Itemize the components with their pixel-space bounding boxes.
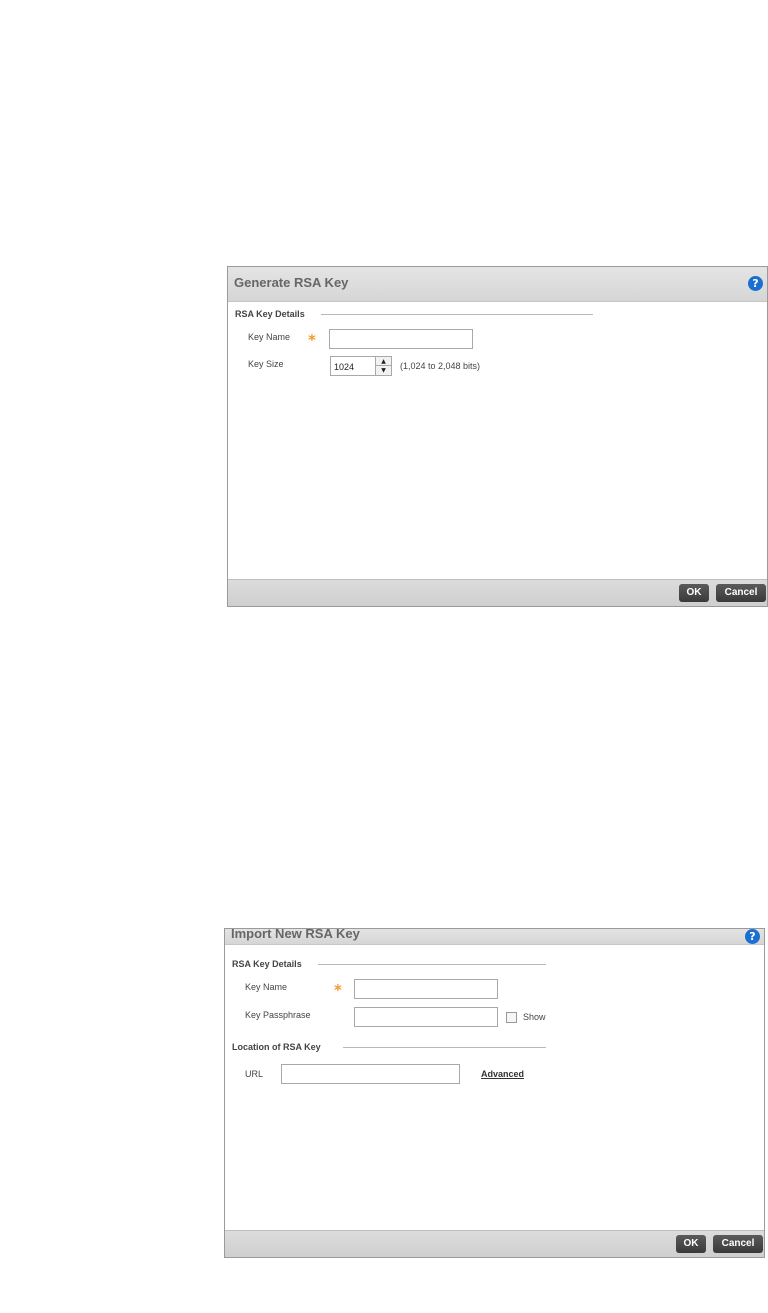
cancel-button[interactable]: Cancel (716, 584, 766, 602)
advanced-link[interactable]: Advanced (481, 1069, 524, 1079)
section-rsa-key-details: RSA Key Details (235, 309, 305, 319)
key-passphrase-label: Key Passphrase (245, 1010, 311, 1020)
ok-button[interactable]: OK (676, 1235, 706, 1253)
dialog-header: Generate RSA Key ? (228, 267, 767, 302)
section-divider (318, 964, 546, 965)
cancel-button[interactable]: Cancel (713, 1235, 763, 1253)
show-passphrase-checkbox[interactable] (506, 1012, 517, 1023)
key-name-label: Key Name (248, 332, 291, 342)
section-location-of-rsa-key: Location of RSA Key (232, 1042, 321, 1052)
dialog-footer: OK Cancel (228, 579, 767, 606)
dialog-title: Generate RSA Key (234, 275, 349, 290)
key-name-input[interactable] (354, 979, 498, 999)
spin-up-icon[interactable]: ▲ (376, 357, 391, 366)
generate-rsa-key-dialog: Generate RSA Key ? RSA Key Details Key N… (227, 266, 768, 607)
help-icon[interactable]: ? (748, 276, 763, 291)
dialog-title: Import New RSA Key (231, 926, 360, 941)
show-label: Show (523, 1012, 546, 1022)
required-icon: * (334, 981, 342, 999)
key-size-label: Key Size (248, 359, 284, 369)
spin-down-icon[interactable]: ▼ (376, 366, 391, 375)
key-passphrase-input[interactable] (354, 1007, 498, 1027)
dialog-header: Import New RSA Key ? (225, 926, 764, 945)
url-input[interactable] (281, 1064, 460, 1084)
section-divider (321, 314, 593, 315)
section-rsa-key-details: RSA Key Details (232, 959, 302, 969)
import-rsa-key-dialog: Import New RSA Key ? RSA Key Details Key… (224, 926, 765, 1258)
spinner-buttons: ▲ ▼ (375, 357, 391, 375)
dialog-footer: OK Cancel (225, 1230, 764, 1257)
section-divider (343, 1047, 546, 1048)
key-size-range-hint: (1,024 to 2,048 bits) (400, 361, 481, 371)
url-label: URL (245, 1069, 264, 1079)
key-name-label: Key Name (245, 982, 288, 992)
help-icon[interactable]: ? (745, 929, 760, 944)
key-size-value: 1024 (334, 362, 355, 372)
key-size-spinner[interactable]: 1024 ▲ ▼ (330, 356, 392, 376)
key-name-input[interactable] (329, 329, 473, 349)
ok-button[interactable]: OK (679, 584, 709, 602)
required-icon: * (308, 331, 316, 349)
